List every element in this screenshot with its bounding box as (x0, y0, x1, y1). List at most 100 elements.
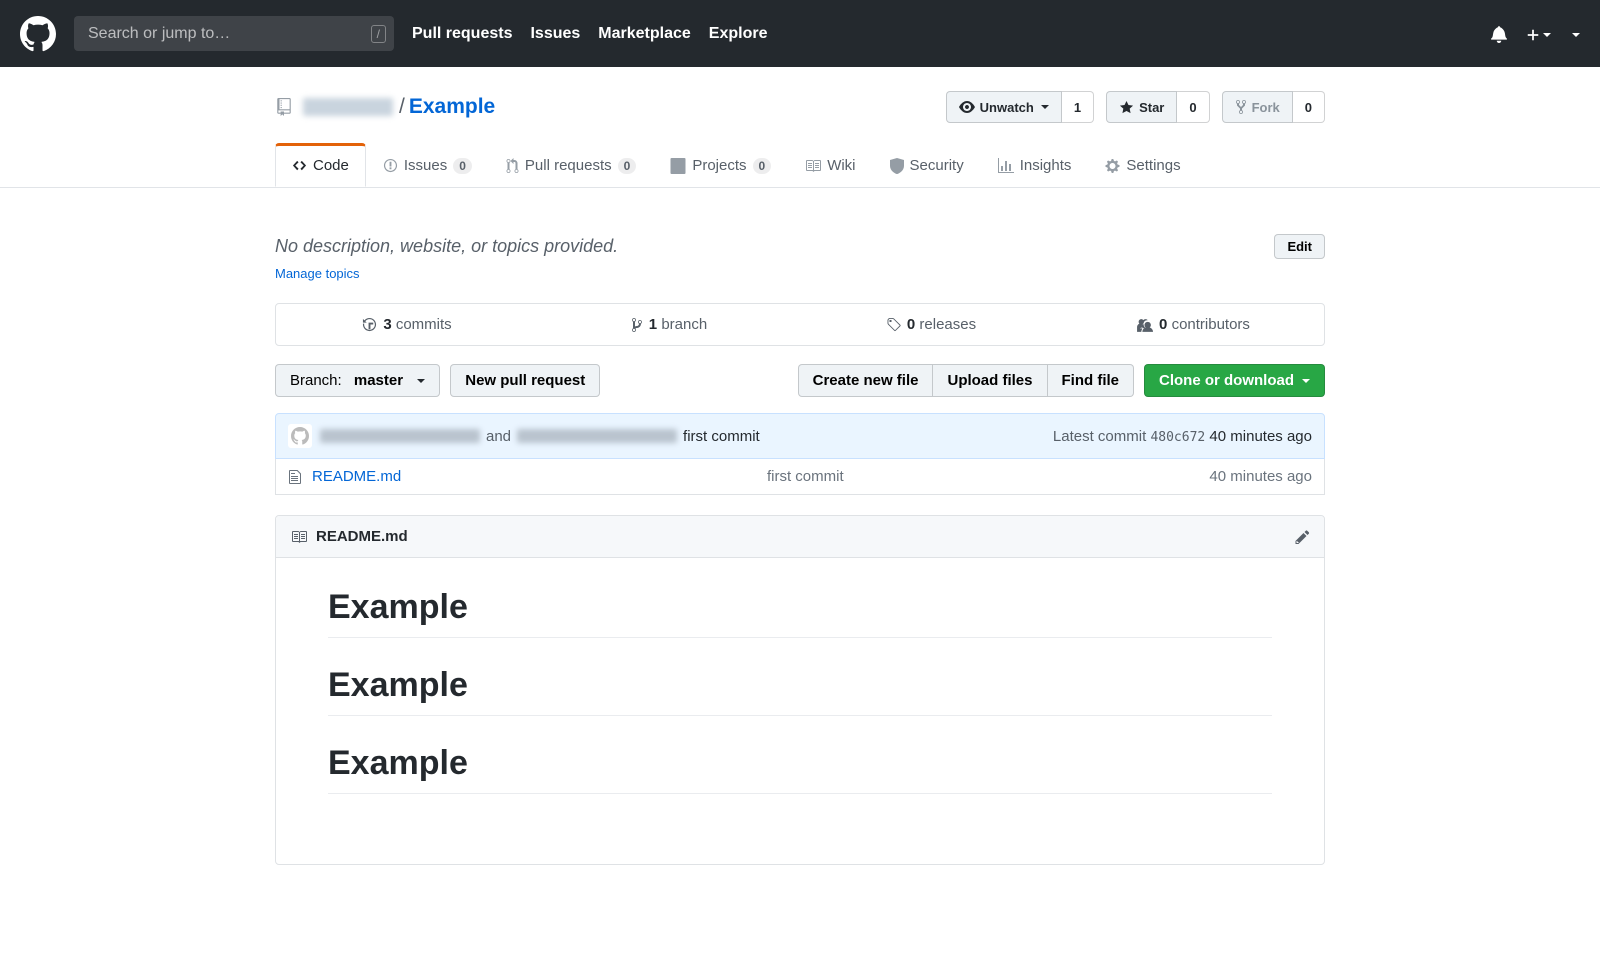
tab-wiki[interactable]: Wiki (788, 143, 872, 187)
create-new-menu[interactable] (1526, 25, 1551, 41)
commits-label: commits (396, 316, 452, 333)
commit-message[interactable]: first commit (683, 428, 760, 445)
repo-title: / Example (275, 95, 495, 119)
fork-icon (1235, 99, 1247, 115)
file-icon (288, 469, 302, 485)
nav-issues[interactable]: Issues (530, 25, 580, 43)
commits-count: 3 (383, 316, 391, 333)
contributors-stat[interactable]: 0 contributors (1062, 304, 1324, 345)
releases-stat[interactable]: 0 releases (800, 304, 1062, 345)
watch-button[interactable]: Unwatch (946, 91, 1062, 123)
clone-download-button[interactable]: Clone or download (1144, 364, 1325, 397)
releases-label: releases (919, 316, 976, 333)
tab-code-label: Code (313, 157, 349, 174)
tab-insights[interactable]: Insights (981, 143, 1089, 187)
repo-icon (275, 98, 293, 116)
commits-stat[interactable]: 3 commits (276, 304, 538, 345)
readme-filename: README.md (316, 528, 408, 545)
user-menu[interactable] (1569, 25, 1580, 41)
star-icon (1119, 100, 1134, 115)
tab-settings-label: Settings (1126, 157, 1180, 174)
file-row: README.md first commit 40 minutes ago (276, 459, 1324, 494)
readme-heading-3: Example (328, 744, 1272, 794)
file-list: README.md first commit 40 minutes ago (275, 459, 1325, 495)
branch-name: master (354, 372, 403, 389)
people-icon (1136, 318, 1153, 332)
tab-pulls-label: Pull requests (525, 157, 612, 174)
nav-pull-requests[interactable]: Pull requests (412, 25, 512, 43)
edit-readme-button[interactable] (1295, 528, 1310, 545)
nav-right (1490, 24, 1580, 42)
releases-count: 0 (907, 316, 915, 333)
readme-body: Example Example Example (276, 558, 1324, 864)
file-time: 40 minutes ago (1209, 468, 1312, 485)
file-actions-row: Branch: master New pull request Create n… (275, 364, 1325, 397)
star-count[interactable]: 0 (1177, 91, 1209, 123)
commit-sha[interactable]: 480c672 (1150, 430, 1205, 445)
search-input[interactable] (74, 16, 394, 51)
tab-pull-requests[interactable]: Pull requests 0 (489, 143, 653, 187)
manage-topics-link[interactable]: Manage topics (275, 266, 360, 281)
description-text: No description, website, or topics provi… (275, 236, 618, 257)
fork-label: Fork (1252, 100, 1280, 115)
create-file-button[interactable]: Create new file (798, 364, 934, 397)
commit-avatar[interactable] (288, 424, 312, 448)
social-buttons: Unwatch 1 Star 0 Fork 0 (946, 91, 1325, 123)
file-commit-msg[interactable]: first commit (401, 468, 1209, 485)
readme-heading-1: Example (328, 588, 1272, 638)
tab-projects[interactable]: Projects 0 (653, 143, 788, 187)
top-nav: / Pull requests Issues Marketplace Explo… (0, 0, 1600, 67)
github-logo[interactable] (20, 16, 56, 52)
branch-selector[interactable]: Branch: master (275, 364, 440, 397)
latest-commit-bar: and first commit Latest commit 480c672 4… (275, 413, 1325, 459)
star-label: Star (1139, 100, 1164, 115)
nav-explore[interactable]: Explore (709, 25, 768, 43)
find-file-button[interactable]: Find file (1048, 364, 1135, 397)
branches-stat[interactable]: 1 branch (538, 304, 800, 345)
tab-security-label: Security (910, 157, 964, 174)
upload-files-button[interactable]: Upload files (933, 364, 1047, 397)
tab-insights-label: Insights (1020, 157, 1072, 174)
eye-icon (959, 99, 975, 115)
star-button[interactable]: Star (1106, 91, 1177, 123)
clone-label: Clone or download (1159, 372, 1294, 389)
repo-tabs: Code Issues 0 Pull requests 0 Projects 0… (275, 143, 1325, 187)
file-name[interactable]: README.md (312, 468, 401, 485)
contributors-count: 0 (1159, 316, 1167, 333)
watch-count[interactable]: 1 (1062, 91, 1094, 123)
tab-projects-count: 0 (753, 158, 772, 174)
search-container: / (74, 16, 394, 51)
readme-panel: README.md Example Example Example (275, 515, 1325, 865)
tab-issues-count: 0 (453, 158, 472, 174)
owner-name-blurred[interactable] (303, 98, 393, 116)
tab-issues[interactable]: Issues 0 (366, 143, 489, 187)
commit-author-1-blurred[interactable] (320, 429, 480, 443)
notifications-icon[interactable] (1490, 24, 1508, 42)
tab-security[interactable]: Security (873, 143, 981, 187)
repo-header: / Example Unwatch 1 Star 0 (275, 91, 1325, 123)
commit-author-2-blurred[interactable] (517, 429, 677, 443)
fork-button[interactable]: Fork (1222, 91, 1293, 123)
tab-wiki-label: Wiki (827, 157, 855, 174)
search-hotkey-badge: / (371, 25, 386, 43)
branch-prefix: Branch: (290, 372, 342, 389)
fork-count[interactable]: 0 (1293, 91, 1325, 123)
branches-label: branch (661, 316, 707, 333)
tab-settings[interactable]: Settings (1088, 143, 1197, 187)
commit-and: and (486, 428, 511, 445)
latest-commit-label: Latest commit (1053, 428, 1146, 445)
repo-name[interactable]: Example (409, 95, 495, 119)
commit-time: 40 minutes ago (1209, 428, 1312, 445)
edit-description-button[interactable]: Edit (1274, 234, 1325, 259)
history-icon (362, 317, 377, 332)
nav-marketplace[interactable]: Marketplace (598, 25, 691, 43)
pencil-icon (1295, 529, 1310, 545)
separator: / (399, 95, 405, 119)
readme-header: README.md (276, 516, 1324, 558)
tab-code[interactable]: Code (275, 143, 366, 187)
new-pull-request-button[interactable]: New pull request (450, 364, 600, 397)
contributors-label: contributors (1172, 316, 1250, 333)
tag-icon (886, 317, 901, 333)
watch-label: Unwatch (980, 100, 1034, 115)
primary-nav: Pull requests Issues Marketplace Explore (412, 25, 767, 43)
